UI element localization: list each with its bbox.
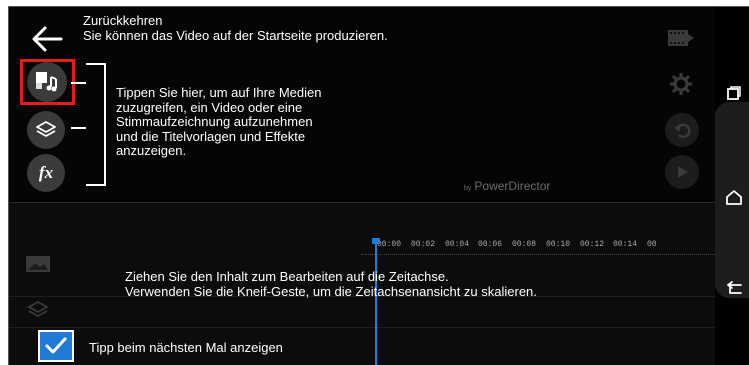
layers-button[interactable] [27, 111, 65, 149]
recent-apps-button[interactable] [724, 83, 744, 103]
ruler-label: 00:06 [478, 240, 503, 249]
home-button[interactable] [723, 186, 745, 208]
home-icon [726, 190, 742, 205]
image-track-icon [26, 256, 50, 272]
ruler-label: 00:00 [377, 240, 402, 249]
undo-icon [674, 123, 691, 139]
media-tip-line: zuzugreifen, ein Video oder eine [116, 99, 303, 115]
powerdirector-editor: Zurückkehren Sie können das Video auf de… [9, 7, 715, 365]
highlight-box [20, 59, 75, 105]
recent-apps-icon [727, 86, 741, 100]
brand-name: PowerDirector [474, 179, 551, 193]
ruler-label: 00:10 [546, 240, 571, 249]
fx-icon: fx [38, 163, 54, 182]
ruler-label: 00:08 [512, 240, 537, 249]
settings-button[interactable] [664, 67, 698, 101]
show-tip-checkbox[interactable] [38, 330, 74, 362]
media-tip-line: Stimmaufzeichnung aufzunehmen [116, 114, 313, 129]
ruler-label: 00 [647, 240, 657, 249]
produce-button[interactable] [664, 21, 698, 55]
nav-back-button[interactable] [723, 278, 745, 300]
media-tip-line: anzuzeigen. [116, 143, 187, 158]
layers-icon [36, 121, 56, 137]
gear-icon [670, 73, 692, 95]
connector-line-layers [71, 127, 86, 129]
powerdirector-watermark: by PowerDirector [464, 179, 550, 193]
layers-track-icon [27, 300, 49, 318]
ruler-label: 00:12 [580, 240, 605, 249]
media-tip: Tippen Sie hier, um auf Ihre Medien zuzu… [116, 85, 416, 159]
screenshot-frame: Zurückkehren Sie können das Video auf de… [8, 6, 749, 365]
back-tip-title: Zurückkehren [83, 13, 163, 28]
ruler-label: 00:14 [613, 240, 638, 249]
ruler-label: 00:04 [445, 240, 470, 249]
timeline-tip-line: Ziehen Sie den Inhalt zum Bearbeiten auf… [125, 269, 449, 284]
play-icon [678, 166, 688, 178]
arrow-left-icon [32, 26, 63, 52]
media-tip-line: und die Titelvorlagen und Effekte [116, 128, 306, 144]
timeline-tip-line: Verwenden Sie die Kneif-Geste, um die Ze… [125, 284, 537, 299]
ruler-ticks [361, 250, 715, 255]
track-divider [9, 327, 715, 328]
connector-line-media [71, 82, 86, 84]
undo-button[interactable] [665, 113, 699, 147]
playhead[interactable] [375, 243, 377, 365]
checkmark-icon [45, 337, 67, 354]
back-button[interactable] [27, 19, 67, 59]
play-button[interactable] [665, 155, 699, 189]
back-tip-description: Sie können das Video auf der Startseite … [83, 28, 388, 43]
ruler-label: 00:02 [411, 240, 436, 249]
film-export-icon [668, 30, 694, 46]
media-tip-line: Tippen Sie hier, um auf Ihre Medien [116, 85, 322, 100]
show-tip-label: Tipp beim nächsten Mal anzeigen [89, 340, 283, 355]
brand-prefix: by [464, 185, 472, 192]
bracket-connector [86, 63, 106, 186]
back-nav-icon [727, 281, 742, 294]
timeline-tip: Ziehen Sie den Inhalt zum Bearbeiten auf… [125, 269, 537, 299]
effects-button[interactable]: fx [27, 154, 65, 192]
back-tip: Zurückkehren Sie können das Video auf de… [83, 13, 388, 43]
